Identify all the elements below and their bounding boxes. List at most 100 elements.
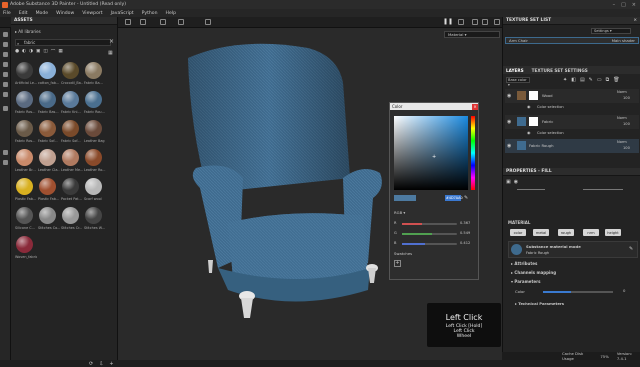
- add-fill-icon[interactable]: ▤: [580, 77, 585, 83]
- texture-settings-dropdown[interactable]: Settings ▾: [591, 28, 631, 34]
- color-param-slider[interactable]: [543, 291, 613, 293]
- filter-grid-icon[interactable]: ▦: [58, 49, 62, 56]
- asset-thumbnail[interactable]: [39, 207, 56, 224]
- asset-thumbnail[interactable]: [85, 91, 102, 108]
- add-effect-icon[interactable]: ✦: [563, 77, 567, 83]
- polygon-fill-icon[interactable]: [3, 62, 8, 67]
- layer-effect-row[interactable]: ◉ Color selection: [523, 130, 639, 137]
- clear-search-icon[interactable]: ×: [109, 38, 114, 45]
- fill-icon[interactable]: ▣: [506, 179, 511, 185]
- technical-params-section[interactable]: ▸ Technical Parameters: [515, 301, 564, 306]
- picker-icon[interactable]: [3, 92, 8, 97]
- menu-viewport[interactable]: Viewport: [82, 11, 102, 16]
- camera-icon[interactable]: [140, 19, 146, 25]
- smudge-icon[interactable]: [3, 72, 8, 77]
- view-grid-icon[interactable]: ▦: [108, 50, 113, 56]
- split-view-icon[interactable]: [160, 19, 166, 25]
- tab-texture-set-settings[interactable]: TEXTURE SET SETTINGS: [532, 68, 588, 73]
- parameters-section[interactable]: ▾ Parameters: [511, 279, 540, 284]
- asset-thumbnail[interactable]: [85, 62, 102, 79]
- search-input[interactable]: fabric: [15, 39, 111, 46]
- refresh-icon[interactable]: ⟳: [89, 361, 93, 367]
- add-folder-icon[interactable]: ▭: [597, 77, 602, 83]
- material-icon[interactable]: ◉: [514, 179, 518, 185]
- asset-thumbnail[interactable]: [39, 62, 56, 79]
- filter-texture-icon[interactable]: ▣: [36, 49, 40, 56]
- filter-all-icon[interactable]: ●: [15, 49, 19, 56]
- layer-opacity[interactable]: 100: [623, 96, 630, 100]
- add-asset-icon[interactable]: +: [109, 361, 113, 367]
- asset-thumbnail[interactable]: [39, 120, 56, 137]
- filter-brush-icon[interactable]: ⌒: [51, 49, 56, 56]
- texture-set-close-icon[interactable]: ×: [633, 18, 640, 23]
- asset-thumbnail[interactable]: [16, 91, 33, 108]
- channel-slider[interactable]: [402, 223, 457, 225]
- asset-thumbnail[interactable]: [39, 178, 56, 195]
- filter-smart-icon[interactable]: ◑: [29, 49, 33, 56]
- color-mode-select[interactable]: RGB ▾: [394, 210, 405, 215]
- arrows-icon[interactable]: [205, 19, 211, 25]
- layer-row[interactable]: ◉ Fabric Norm 100: [505, 115, 639, 129]
- asset-thumbnail[interactable]: [62, 91, 79, 108]
- minimize-icon[interactable]: –: [613, 2, 616, 8]
- effect-eye-icon[interactable]: ◉: [527, 130, 531, 135]
- asset-thumbnail[interactable]: [16, 62, 33, 79]
- asset-thumbnail[interactable]: [16, 178, 33, 195]
- layer-effect-row[interactable]: ◉ Color selection: [523, 104, 639, 111]
- channel-value[interactable]: 0.367: [460, 221, 470, 225]
- asset-thumbnail[interactable]: [85, 207, 102, 224]
- hex-input[interactable]: #4D7AA0: [445, 195, 463, 201]
- channel-value[interactable]: 0.549: [460, 231, 470, 235]
- pause-icon[interactable]: ❚❚: [443, 19, 453, 25]
- eraser-icon[interactable]: [3, 42, 8, 47]
- asset-thumbnail[interactable]: [62, 178, 79, 195]
- filter-material-icon[interactable]: ◐: [22, 49, 26, 56]
- add-paint-icon[interactable]: ✎: [589, 77, 593, 83]
- menu-javascript[interactable]: JavaScript: [111, 11, 134, 16]
- color-dialog-close-icon[interactable]: ×: [472, 103, 478, 110]
- channel-slider[interactable]: [402, 243, 457, 245]
- props-slider-2[interactable]: [583, 189, 623, 190]
- attributes-section[interactable]: ▸ Attributes: [511, 261, 537, 266]
- brush-icon[interactable]: [3, 32, 8, 37]
- layers-tool-icon[interactable]: [3, 150, 8, 155]
- menu-window[interactable]: Window: [56, 11, 74, 16]
- layer-opacity[interactable]: 100: [623, 122, 630, 126]
- asset-thumbnail[interactable]: [39, 91, 56, 108]
- color-dialog-titlebar[interactable]: Color ×: [390, 103, 478, 110]
- channel-chip-color[interactable]: color: [510, 229, 526, 236]
- camera-view-icon[interactable]: [482, 19, 488, 25]
- menu-edit[interactable]: Edit: [19, 11, 28, 16]
- maximize-icon[interactable]: □: [621, 2, 626, 8]
- layer-row[interactable]: ◉ Wood Norm 100: [505, 89, 639, 103]
- texture-set-item[interactable]: Arm Chair Main shader: [505, 37, 639, 44]
- channel-slider[interactable]: [402, 233, 457, 235]
- add-swatch-button[interactable]: +: [394, 260, 401, 267]
- asset-thumbnail[interactable]: [39, 149, 56, 166]
- layout-icon[interactable]: [494, 19, 500, 25]
- projection-icon[interactable]: [3, 52, 8, 57]
- export-icon[interactable]: [3, 160, 8, 165]
- channel-chip-height[interactable]: height: [605, 229, 621, 236]
- channel-chip-rough[interactable]: rough: [558, 229, 574, 236]
- material-menu-icon[interactable]: ✎: [629, 246, 633, 252]
- layer-blend[interactable]: Norm: [617, 140, 627, 144]
- grid-icon[interactable]: [125, 19, 131, 25]
- menu-help[interactable]: Help: [166, 11, 176, 16]
- visibility-eye-icon[interactable]: ◉: [507, 143, 511, 149]
- material-mode-box[interactable]: Substance material mode Fabric Rough ✎: [508, 241, 638, 258]
- layer-row[interactable]: ◉ Fabric Rough Norm 100: [505, 139, 639, 153]
- color-param-value[interactable]: 0: [623, 288, 625, 293]
- menu-python[interactable]: Python: [142, 11, 158, 16]
- channels-mapping-section[interactable]: ▸ Channels mapping: [511, 270, 556, 275]
- menu-mode[interactable]: Mode: [36, 11, 49, 16]
- asset-thumbnail[interactable]: [16, 236, 33, 253]
- asset-thumbnail[interactable]: [62, 149, 79, 166]
- add-mask-icon[interactable]: ◧: [571, 77, 576, 83]
- asset-thumbnail[interactable]: [85, 178, 102, 195]
- channel-chip-metal[interactable]: metal: [533, 229, 549, 236]
- channel-chip-nrm[interactable]: nrm: [583, 229, 599, 236]
- eyedropper-icon[interactable]: ✎: [464, 195, 468, 201]
- asset-thumbnail[interactable]: [62, 120, 79, 137]
- channel-select[interactable]: Base color ▾: [506, 77, 530, 87]
